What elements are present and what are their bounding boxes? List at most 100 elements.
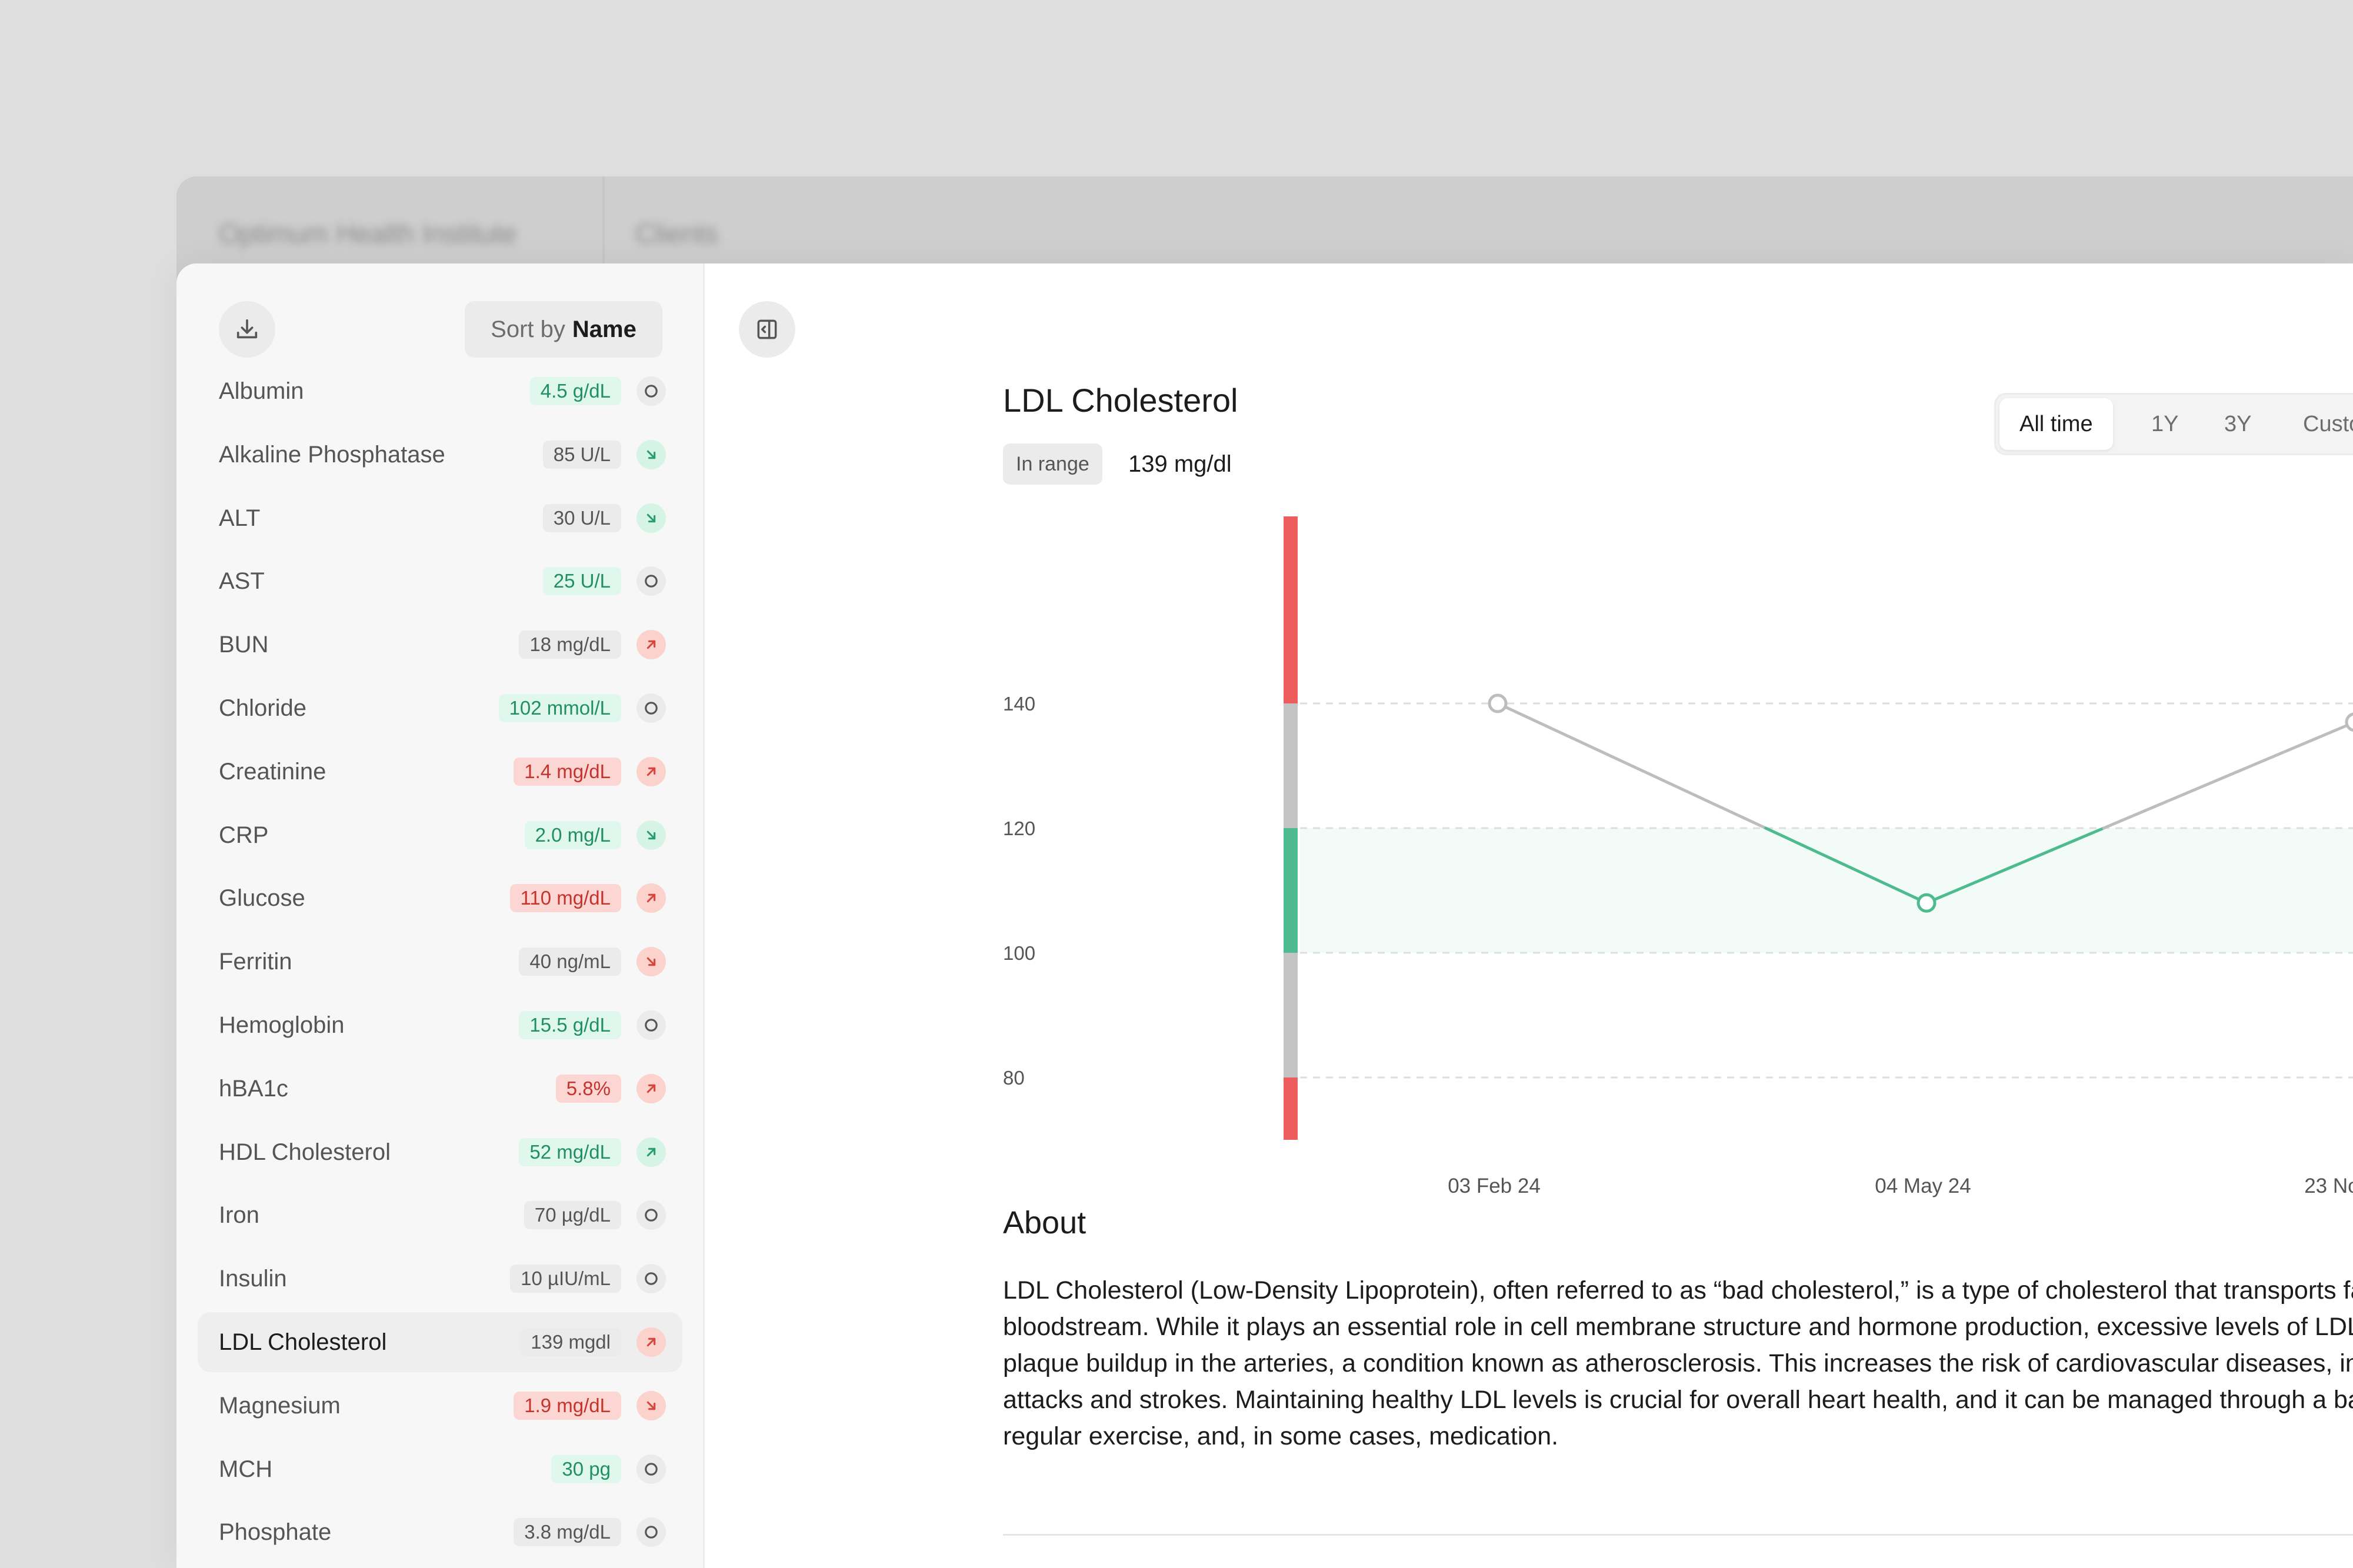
trend-status (636, 756, 666, 786)
arrow-down-icon (646, 513, 656, 522)
trend-status (636, 1390, 666, 1420)
biomarker-name: AST (219, 568, 265, 595)
biomarker-name: BUN (219, 632, 269, 658)
biomarker-name: Alkaline Phosphatase (219, 441, 445, 468)
biomarker-row[interactable]: CRP 2.0 mg/L (198, 805, 682, 865)
reference-bar-segment (1284, 703, 1298, 828)
trend-status (636, 1137, 666, 1167)
trend-status (636, 503, 666, 533)
x-tick-label: 04 May 24 (1875, 1175, 1971, 1197)
time-range-selector: All time 1Y 3Y Custom (1994, 393, 2353, 455)
trend-status (636, 1454, 666, 1484)
time-option-all-time[interactable]: All time (1999, 398, 2113, 450)
biomarker-row[interactable]: Magnesium 1.9 mg/dL (198, 1376, 682, 1436)
biomarker-row[interactable]: BUN 18 mg/dL (198, 615, 682, 675)
data-point (2345, 712, 2353, 732)
trend-status (636, 947, 666, 977)
sort-value: Name (572, 316, 636, 342)
trend-status (636, 1264, 666, 1294)
section-divider (1003, 1534, 2353, 1536)
sort-button[interactable]: Sort by Name (465, 301, 662, 358)
reference-bar-segment (1284, 516, 1298, 703)
time-option-3y[interactable]: 3Y (2224, 395, 2251, 453)
biomarker-row[interactable]: Glucose 110 mg/dL (198, 868, 682, 928)
circle-status-icon (645, 575, 658, 588)
biomarker-name: MCH (219, 1456, 273, 1482)
biomarker-value-badge: 5.8% (555, 1074, 621, 1103)
biomarker-value-badge: 110 mg/dL (509, 884, 621, 913)
collapse-sidebar-button[interactable] (739, 301, 795, 358)
biomarker-row[interactable]: Albumin 4.5 g/dL (198, 361, 682, 421)
reference-bar-segment (1284, 953, 1298, 1077)
circle-status-icon (645, 385, 658, 398)
circle-status-icon (645, 1526, 658, 1539)
biomarker-row[interactable]: Creatinine 1.4 mg/dL (198, 742, 682, 802)
arrow-up-icon (646, 640, 656, 649)
biomarker-value-badge: 139 mgdl (520, 1328, 621, 1356)
biomarker-value-badge: 85 U/L (542, 440, 621, 469)
org-name: Optimum Health Institute (219, 218, 517, 249)
time-option-custom[interactable]: Custom (2303, 395, 2353, 453)
biomarker-name: Hemoglobin (219, 1012, 345, 1038)
data-point (1488, 693, 1508, 713)
biomarker-row[interactable]: Phosphate 3.8 mg/dL (198, 1502, 682, 1562)
biomarker-row[interactable]: AST 25 U/L (198, 551, 682, 611)
trend-status (636, 693, 666, 723)
biomarker-value-badge: 15.5 g/dL (519, 1011, 621, 1039)
biomarker-row[interactable]: Alkaline Phosphatase 85 U/L (198, 425, 682, 485)
data-point (1917, 893, 1937, 913)
biomarker-name: LDL Cholesterol (219, 1329, 387, 1355)
about-text: LDL Cholesterol (Low-Density Lipoprotein… (1003, 1276, 2353, 1450)
x-tick-label: 03 Feb 24 (1448, 1175, 1541, 1197)
time-option-1y[interactable]: 1Y (2151, 395, 2178, 453)
circle-status-icon (645, 702, 658, 715)
arrow-up-icon (646, 1337, 656, 1347)
arrow-up-icon (646, 1084, 656, 1093)
biomarker-value-badge: 25 U/L (542, 567, 621, 596)
series-line (2102, 721, 2353, 830)
y-tick-label: 80 (1003, 1067, 1025, 1089)
download-button[interactable] (219, 301, 275, 358)
biomarker-row[interactable]: HDL Cholesterol 52 mg/dL (198, 1122, 682, 1182)
trend-status (636, 1073, 666, 1103)
biomarker-name: Insulin (219, 1266, 287, 1292)
biomarker-value-badge: 102 mmol/L (498, 694, 621, 722)
biomarker-row[interactable]: Iron 70 µg/dL (198, 1185, 682, 1245)
biomarker-value-badge: 30 pg (551, 1454, 621, 1483)
arrow-up-icon (646, 894, 656, 903)
biomarker-name: ALT (219, 505, 261, 531)
arrow-down-icon (646, 830, 656, 839)
biomarker-name: CRP (219, 822, 269, 848)
biomarker-value-badge: 70 µg/dL (524, 1201, 621, 1230)
arrow-down-icon (646, 450, 656, 459)
trend-status (636, 1327, 666, 1357)
y-tick-label: 120 (1003, 818, 1035, 839)
sort-label: Sort by (491, 316, 565, 342)
circle-status-icon (645, 1019, 658, 1032)
trend-status (636, 1517, 666, 1547)
biomarker-row[interactable]: hBA1c 5.8% (198, 1059, 682, 1119)
trend-status (636, 883, 666, 913)
biomarker-row[interactable]: Ferritin 40 ng/mL (198, 932, 682, 992)
reference-bar-segment (1284, 828, 1298, 953)
biomarker-name: Albumin (219, 378, 304, 404)
normal-range-band (1300, 828, 2353, 953)
x-tick-label: 23 Nov 24 (2304, 1175, 2353, 1197)
trend-status (636, 376, 666, 406)
biomarker-name: Creatinine (219, 758, 326, 785)
biomarker-name: Iron (219, 1202, 259, 1229)
trend-status (636, 1010, 666, 1040)
download-icon (236, 319, 258, 339)
biomarker-row[interactable]: MCH 30 pg (198, 1439, 682, 1499)
biomarker-row[interactable]: Hemoglobin 15.5 g/dL (198, 995, 682, 1055)
biomarker-sidebar: Sort by Name Albumin 4.5 g/dL Alkaline Pho… (176, 263, 705, 1568)
biomarker-row[interactable]: LDL Cholesterol 139 mgdl (198, 1312, 682, 1372)
arrow-up-icon (646, 767, 656, 776)
biomarker-row[interactable]: Chloride 102 mmol/L (198, 678, 682, 738)
biomarker-value-badge: 4.5 g/dL (529, 377, 621, 405)
biomarker-row[interactable]: ALT 30 U/L (198, 488, 682, 548)
biomarker-value-badge: 10 µIU/mL (510, 1265, 621, 1293)
biomarker-row[interactable]: Insulin 10 µIU/mL (198, 1249, 682, 1309)
trend-status (636, 630, 666, 660)
tab-clients[interactable]: Clients (635, 218, 718, 249)
